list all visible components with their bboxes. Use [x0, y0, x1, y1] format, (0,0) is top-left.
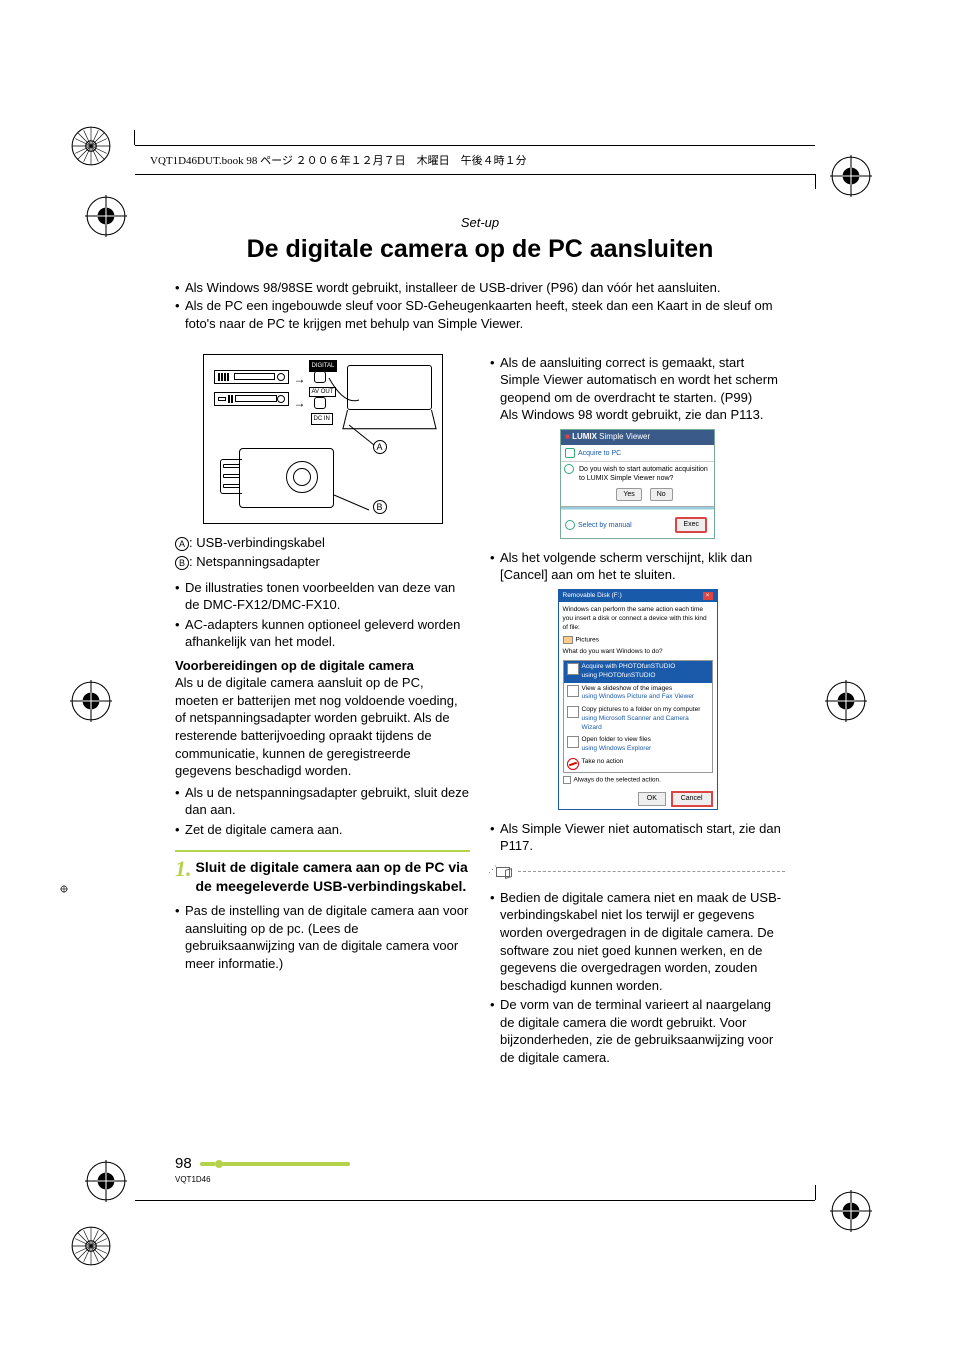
step-divider — [175, 850, 470, 852]
list-item: De illustraties tonen voorbeelden van de… — [175, 579, 470, 614]
label-avout: AV OUT — [309, 387, 337, 397]
registration-mark-icon — [85, 1160, 127, 1202]
prep-paragraph: Als u de digitale camera aansluit op de … — [175, 674, 470, 779]
win-item1: Acquire with PHOTOfunSTUDIO — [582, 663, 676, 670]
list-item: Als Simple Viewer niet automatisch start… — [490, 820, 785, 855]
win-item5: Take no action — [582, 758, 624, 765]
list-item: Als de aansluiting correct is gemaakt, s… — [490, 354, 785, 424]
page-number-decoration — [200, 1162, 350, 1166]
callout-a: A — [373, 440, 387, 454]
label-digital: DIGITAL — [309, 360, 338, 372]
step-title: Sluit de digitale camera aan op de PC vi… — [196, 858, 471, 896]
win-item2: View a slideshow of the images — [582, 685, 673, 692]
left-bullets-2: Als u de netspanningsadapter gebruikt, s… — [175, 784, 470, 839]
close-icon: × — [703, 592, 713, 601]
bullet-cont: Als Windows 98 wordt gebruikt, zie dan P… — [500, 407, 764, 422]
list-item: Pas de instelling van de digitale camera… — [175, 902, 470, 972]
crop-rule-top — [135, 145, 815, 146]
win-item1-sub: using PHOTOfunSTUDIO — [582, 672, 656, 679]
win-title: Removable Disk (F:) — [563, 592, 622, 601]
win-ok-button: OK — [638, 792, 666, 805]
registration-mark-icon — [70, 1225, 112, 1267]
step-number: 1. — [175, 858, 192, 880]
intro-list: Als Windows 98/98SE wordt gebruikt, inst… — [175, 279, 785, 334]
note-divider: ⋰ — [490, 865, 785, 879]
win-pictures-label: Pictures — [576, 636, 599, 643]
legend-b-icon: B — [175, 556, 189, 570]
left-bullets-1: De illustraties tonen voorbeelden van de… — [175, 579, 470, 651]
win-item4: Open folder to view files — [582, 736, 651, 743]
prep-heading: Voorbereidingen op de digitale camera — [175, 657, 470, 675]
intro-item: Als de PC een ingebouwde sleuf voor SD-G… — [175, 297, 785, 333]
section-label: Set-up — [175, 215, 785, 230]
list-item: Bedien de digitale camera niet en maak d… — [490, 889, 785, 994]
list-item: AC-adapters kunnen optioneel geleverd wo… — [175, 616, 470, 651]
page-content: Set-up De digitale camera op de PC aansl… — [175, 215, 785, 1068]
sv-exec-button: Exec — [675, 517, 707, 532]
win-item4-sub: using Windows Explorer — [582, 745, 652, 752]
list-item: Als het volgende scherm verschijnt, klik… — [490, 549, 785, 584]
list-item: Zet de digitale camera aan. — [175, 821, 470, 839]
left-column: → → DIGITAL AV OUT DC IN A B — [175, 354, 470, 1069]
crop-rule-top2 — [135, 174, 815, 175]
registration-mark-icon — [60, 880, 68, 888]
registration-mark-icon — [830, 1190, 872, 1232]
sv-no-button: No — [650, 488, 673, 501]
sv-title-lumix: LUMIX — [572, 432, 597, 441]
page-title: De digitale camera op de PC aansluiten — [175, 235, 785, 264]
sv-yes-button: Yes — [616, 488, 641, 501]
page-number: 98 — [175, 1155, 192, 1172]
diagram-legend: A: USB-verbindingskabel B: Netspanningsa… — [175, 534, 470, 571]
crop-rule-bottom — [135, 1200, 815, 1201]
win-item3: Copy pictures to a folder on my computer — [582, 706, 701, 713]
win-item3-sub: using Microsoft Scanner and Camera Wizar… — [582, 715, 689, 731]
win-prompt: What do you want Windows to do? — [563, 648, 713, 657]
intro-item: Als Windows 98/98SE wordt gebruikt, inst… — [175, 279, 785, 297]
label-dcin: DC IN — [311, 413, 333, 425]
win-cancel-button: Cancel — [671, 791, 713, 806]
sv-question: Do you wish to start automatic acquisiti… — [579, 466, 708, 482]
registration-mark-icon — [825, 680, 867, 722]
legend-a-icon: A — [175, 537, 189, 551]
book-header-line: VQT1D46DUT.book 98 ページ ２００６年１２月７日 木曜日 午後… — [150, 152, 527, 168]
windows-autoplay-screenshot: Removable Disk (F:) × Windows can perform… — [558, 589, 718, 810]
sv-select-manual: Select by manual — [578, 522, 632, 529]
registration-mark-icon — [70, 680, 112, 722]
win-item2-sub: using Windows Picture and Fax Viewer — [582, 693, 695, 700]
list-item: Als u de netspanningsadapter gebruikt, s… — [175, 784, 470, 819]
step-bullets: Pas de instelling van de digitale camera… — [175, 902, 470, 972]
right-column: Als de aansluiting correct is gemaakt, s… — [490, 354, 785, 1069]
registration-mark-icon — [85, 195, 127, 237]
win-always-checkbox: Always do the selected action. — [574, 777, 661, 784]
registration-mark-icon — [70, 125, 112, 167]
win-intro: Windows can perform the same action each… — [563, 606, 713, 632]
bullet-text: Als de aansluiting correct is gemaakt, s… — [500, 355, 778, 405]
note-icon: ⋰ — [490, 865, 512, 879]
legend-b-text: : Netspanningsadapter — [189, 554, 320, 569]
sv-title-rest: Simple Viewer — [597, 432, 650, 441]
list-item: De vorm van de terminal varieert al naar… — [490, 996, 785, 1066]
sv-acquire: Acquire to PC — [578, 449, 621, 456]
note-bullets: Bedien de digitale camera niet en maak d… — [490, 889, 785, 1066]
registration-mark-icon — [830, 155, 872, 197]
simple-viewer-screenshot: ■ LUMIX Simple Viewer Acquire to PC Do y… — [560, 429, 715, 539]
doc-code: VQT1D46 — [175, 1175, 211, 1184]
connection-diagram: → → DIGITAL AV OUT DC IN A B — [203, 354, 443, 524]
callout-b: B — [373, 500, 387, 514]
legend-a-text: : USB-verbindingskabel — [189, 535, 325, 550]
